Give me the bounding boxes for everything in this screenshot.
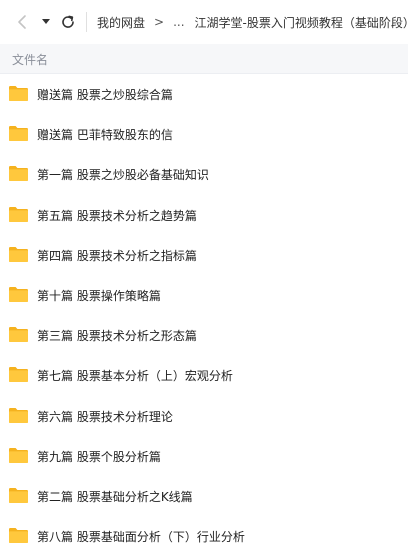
file-row[interactable]: 第九篇 股票个股分析篇 [0, 436, 408, 476]
file-row[interactable]: 第十篇 股票操作策略篇 [0, 275, 408, 315]
breadcrumb: 我的网盘 > ... 江湖学堂-股票入门视频教程（基础阶段） [97, 13, 408, 31]
file-name: 赠送篇 巴菲特致股东的信 [37, 128, 173, 143]
file-name: 第五篇 股票技术分析之趋势篇 [37, 208, 197, 223]
file-list: 赠送篇 股票之炒股综合篇 赠送篇 巴菲特致股东的信 第一篇 股票之炒股必备基础知识第… [0, 74, 408, 556]
file-name: 第一篇 股票之炒股必备基础知识 [37, 168, 209, 183]
toolbar-divider [86, 12, 87, 32]
folder-icon [9, 246, 28, 262]
folder-icon [9, 487, 28, 503]
file-row[interactable]: 赠送篇 股票之炒股综合篇 [0, 74, 408, 114]
file-row[interactable]: 第七篇 股票基本分析（上）宏观分析 [0, 355, 408, 395]
folder-icon [9, 126, 28, 142]
folder-icon [9, 447, 28, 463]
folder-icon [9, 286, 28, 302]
file-row[interactable]: 第一篇 股票之炒股必备基础知识 [0, 154, 408, 194]
file-row[interactable]: 第六篇 股票技术分析理论 [0, 396, 408, 436]
column-header-filename[interactable]: 文件名 [12, 51, 48, 68]
file-name: 第三篇 股票技术分析之形态篇 [37, 329, 197, 344]
file-row[interactable]: 第三篇 股票技术分析之形态篇 [0, 315, 408, 355]
file-name: 第十篇 股票操作策略篇 [37, 288, 161, 303]
caret-down-icon [42, 19, 50, 24]
file-row[interactable]: 第五篇 股票技术分析之趋势篇 [0, 195, 408, 235]
file-name: 第九篇 股票个股分析篇 [37, 449, 161, 464]
history-dropdown-button[interactable] [38, 12, 54, 32]
file-list-header: 文件名 [0, 44, 408, 74]
file-row[interactable]: 赠送篇 巴菲特致股东的信 [0, 114, 408, 154]
file-row[interactable]: 第二篇 股票基础分析之K线篇 [0, 476, 408, 516]
folder-icon [9, 367, 28, 383]
file-name: 第二篇 股票基础分析之K线篇 [37, 489, 193, 504]
folder-icon [9, 407, 28, 423]
folder-icon [9, 166, 28, 182]
file-row[interactable]: 第四篇 股票技术分析之指标篇 [0, 235, 408, 275]
folder-icon [9, 86, 28, 101]
chevron-left-icon [18, 15, 26, 29]
breadcrumb-current: 江湖学堂-股票入门视频教程（基础阶段） [194, 15, 408, 30]
refresh-button[interactable] [58, 12, 78, 32]
file-name: 第四篇 股票技术分析之指标篇 [37, 248, 197, 263]
file-name: 第八篇 股票基础面分析（下）行业分析 [37, 530, 245, 545]
file-name: 第六篇 股票技术分析理论 [37, 409, 173, 424]
folder-icon [9, 206, 28, 222]
navigation-toolbar: 我的网盘 > ... 江湖学堂-股票入门视频教程（基础阶段） [0, 0, 408, 44]
file-name: 第七篇 股票基本分析（上）宏观分析 [37, 369, 233, 384]
file-name: 赠送篇 股票之炒股综合篇 [37, 88, 173, 102]
breadcrumb-separator: > [154, 15, 165, 29]
folder-icon [9, 327, 28, 343]
refresh-icon [62, 15, 74, 28]
file-row[interactable]: 第八篇 股票基础面分析（下）行业分析 [0, 516, 408, 556]
back-button[interactable] [12, 12, 32, 32]
breadcrumb-ellipsis[interactable]: ... [173, 15, 184, 29]
breadcrumb-root[interactable]: 我的网盘 [97, 14, 145, 31]
folder-icon [9, 528, 28, 544]
